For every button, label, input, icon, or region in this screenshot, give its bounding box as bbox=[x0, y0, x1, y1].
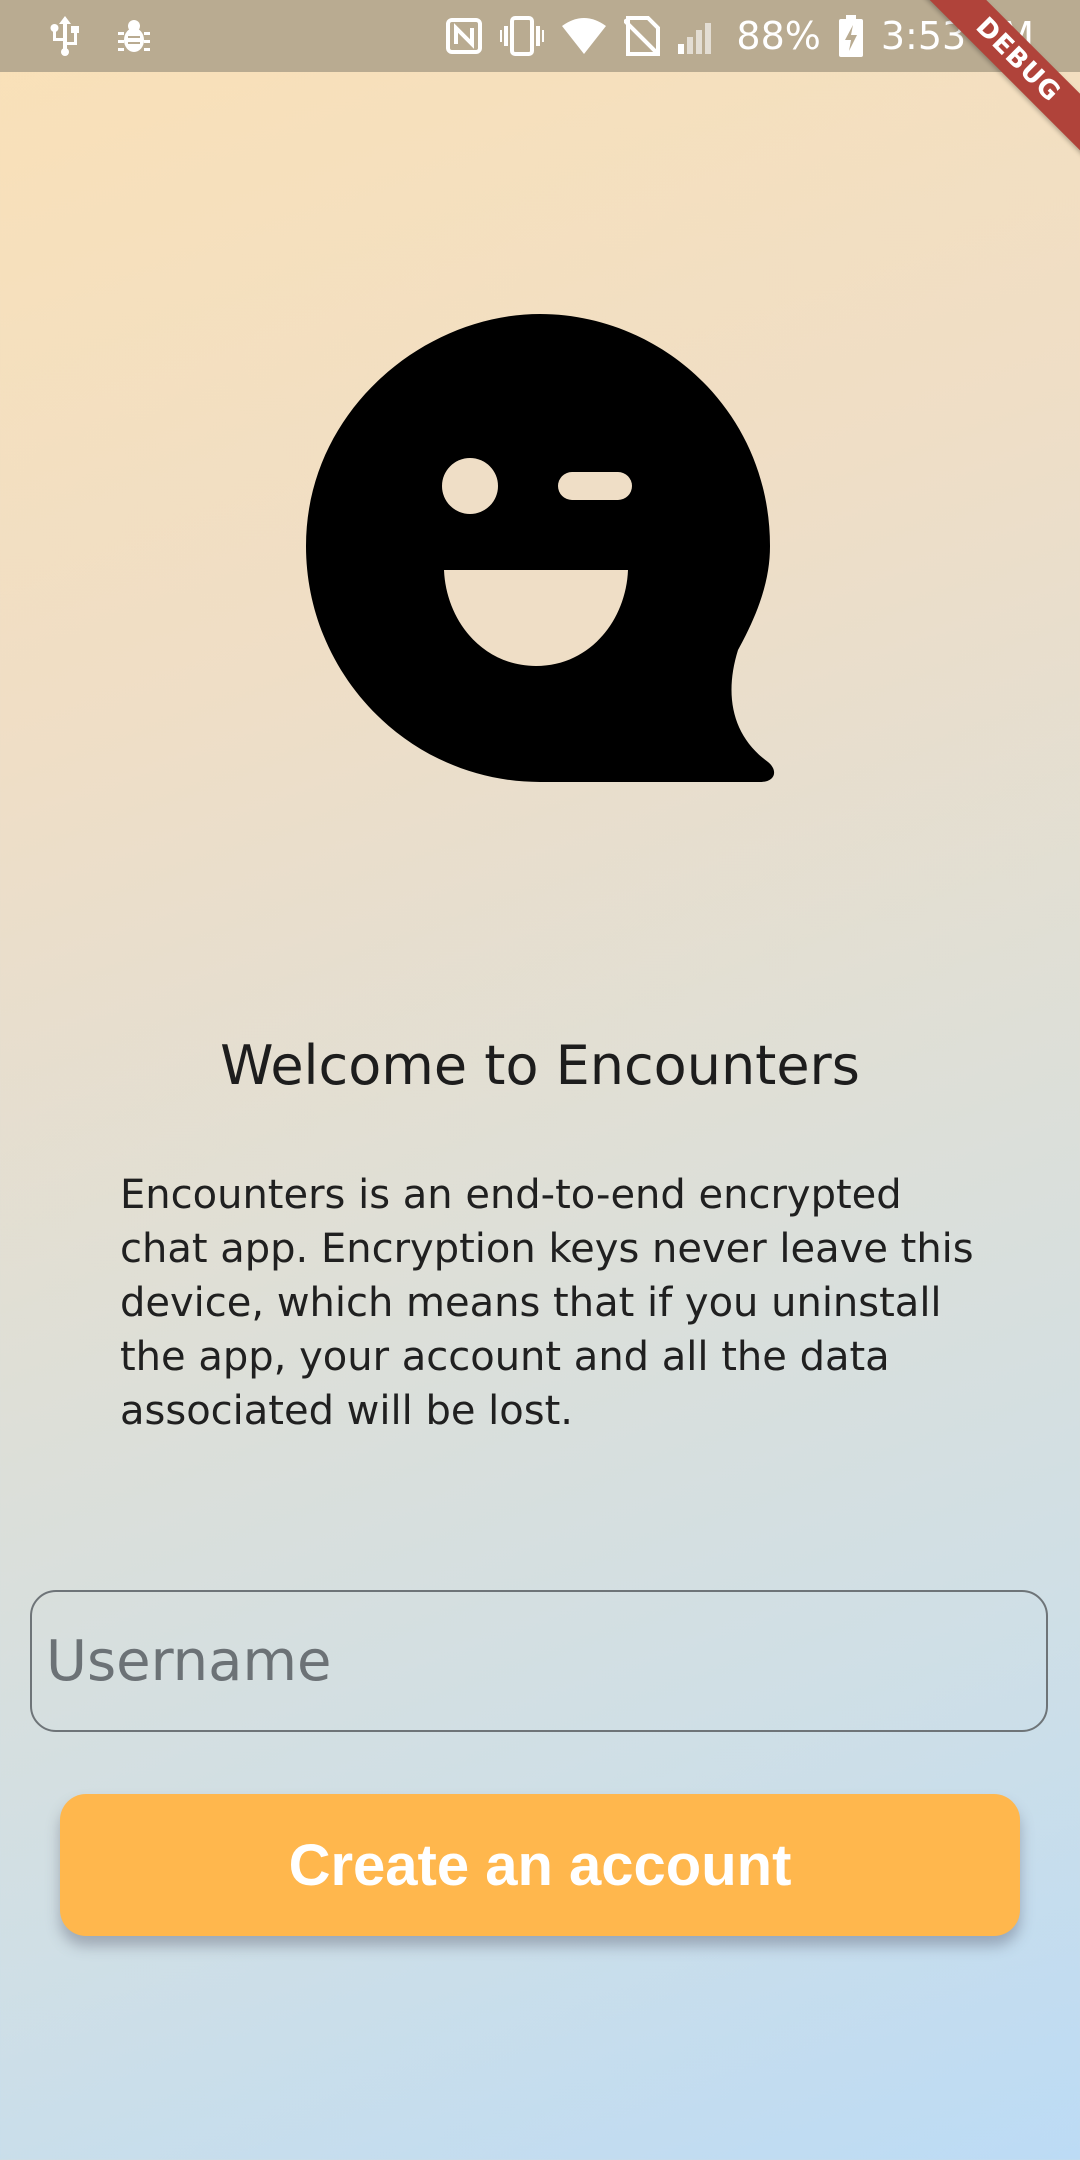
vibrate-icon bbox=[500, 16, 545, 56]
winking-chat-bubble-icon bbox=[300, 310, 780, 790]
no-sim-icon bbox=[624, 16, 661, 56]
username-input[interactable] bbox=[46, 1592, 1026, 1730]
battery-percent: 88% bbox=[736, 14, 821, 58]
battery-charging-icon bbox=[838, 15, 863, 57]
signal-icon bbox=[678, 18, 718, 54]
usb-icon bbox=[48, 16, 82, 56]
username-field[interactable] bbox=[30, 1590, 1048, 1732]
create-account-button[interactable]: Create an account bbox=[60, 1794, 1020, 1936]
debug-bug-icon bbox=[118, 18, 150, 54]
welcome-description: Encounters is an end-to-end encrypted ch… bbox=[120, 1172, 974, 1434]
status-bar: 88% 3:53 PM bbox=[0, 0, 1080, 72]
nfc-icon bbox=[446, 18, 483, 54]
wifi-icon bbox=[562, 18, 607, 54]
status-bar-left bbox=[48, 0, 150, 72]
welcome-title: Welcome to Encounters bbox=[220, 1034, 860, 1097]
